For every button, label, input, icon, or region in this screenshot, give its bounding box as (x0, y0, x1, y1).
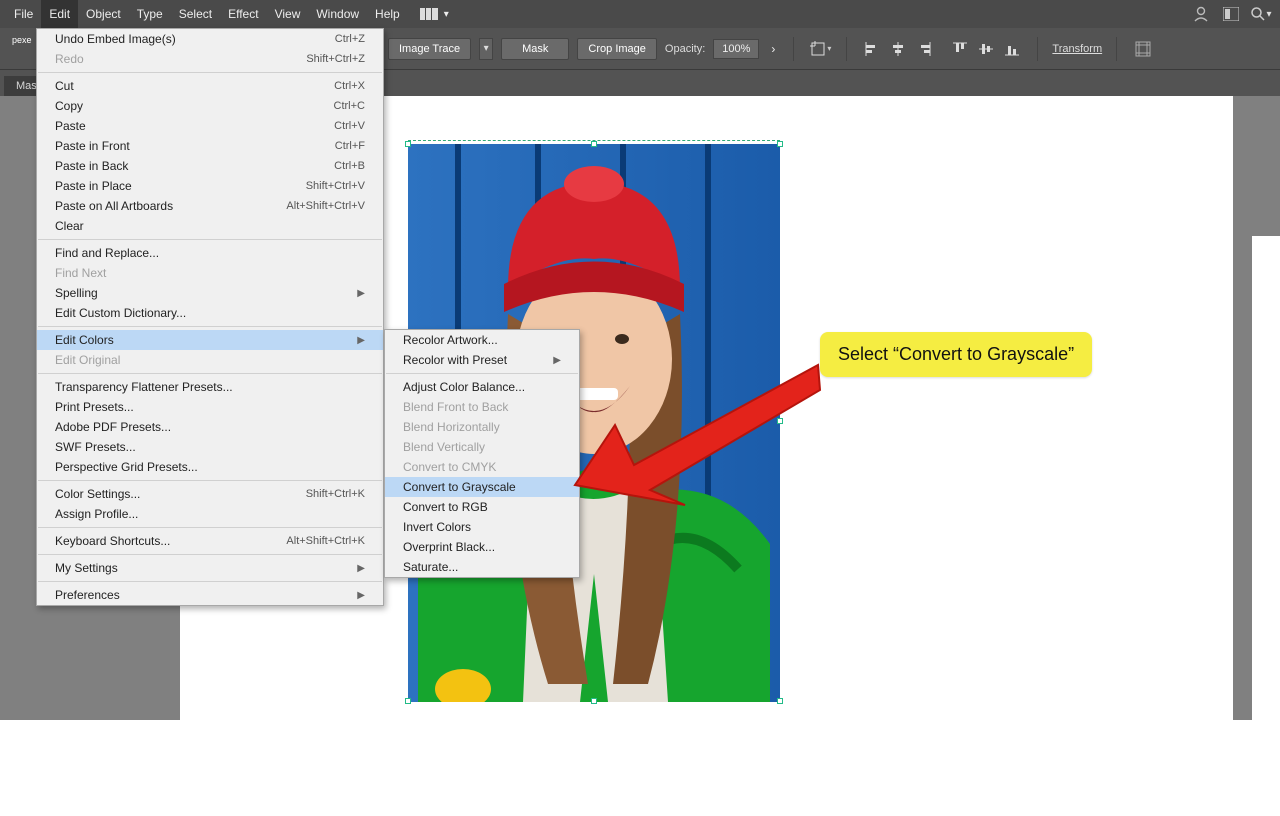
align-hcenter-icon[interactable] (887, 38, 909, 60)
mask-button[interactable]: Mask (501, 38, 569, 60)
edit-menu-item[interactable]: Spelling▶ (37, 283, 383, 303)
align-left-icon[interactable] (861, 38, 883, 60)
edit-menu-item: RedoShift+Ctrl+Z (37, 49, 383, 69)
edit-dropdown-menu: Undo Embed Image(s)Ctrl+ZRedoShift+Ctrl+… (36, 28, 384, 606)
menu-edit[interactable]: Edit (41, 0, 78, 28)
edit-colors-submenu: Recolor Artwork...Recolor with Preset▶ Ad… (384, 329, 580, 578)
edit-colors-submenu-item[interactable]: Convert to Grayscale (385, 477, 579, 497)
edit-menu-item[interactable]: My Settings▶ (37, 558, 383, 578)
edit-menu-item[interactable]: Perspective Grid Presets... (37, 457, 383, 477)
menu-view[interactable]: View (267, 0, 309, 28)
menu-window[interactable]: Window (308, 0, 367, 28)
align-top-icon[interactable] (949, 38, 971, 60)
edit-menu-item[interactable]: Paste in PlaceShift+Ctrl+V (37, 176, 383, 196)
edit-colors-submenu-item: Convert to CMYK (385, 457, 579, 477)
search-icon[interactable]: ▾ (1248, 3, 1274, 25)
transform-link[interactable]: Transform (1052, 43, 1102, 55)
edit-menu-item[interactable]: SWF Presets... (37, 437, 383, 457)
annotation-callout: Select “Convert to Grayscale” (820, 332, 1092, 377)
edit-colors-submenu-item: Blend Horizontally (385, 417, 579, 437)
edit-menu-item[interactable]: Adobe PDF Presets... (37, 417, 383, 437)
edit-colors-submenu-item: Blend Vertically (385, 437, 579, 457)
edit-menu-item[interactable]: PasteCtrl+V (37, 116, 383, 136)
opacity-label: Opacity: (665, 43, 705, 55)
isolate-icon[interactable] (1131, 37, 1155, 61)
edit-colors-submenu-item[interactable]: Recolor Artwork... (385, 330, 579, 350)
crop-image-button[interactable]: Crop Image (577, 38, 656, 60)
menu-file[interactable]: File (6, 0, 41, 28)
edit-menu-item[interactable]: Edit Custom Dictionary... (37, 303, 383, 323)
menu-help[interactable]: Help (367, 0, 408, 28)
edit-colors-submenu-item[interactable]: Overprint Black... (385, 537, 579, 557)
menu-bar: File Edit Object Type Select Effect View… (0, 0, 1280, 28)
edit-menu-item[interactable]: Paste in BackCtrl+B (37, 156, 383, 176)
align-vcenter-icon[interactable] (975, 38, 997, 60)
edit-colors-submenu-item[interactable]: Invert Colors (385, 517, 579, 537)
document-name-truncated: pexe (12, 35, 32, 45)
align-right-icon[interactable] (913, 38, 935, 60)
edit-colors-submenu-item[interactable]: Adjust Color Balance... (385, 377, 579, 397)
artboard-next (1252, 236, 1280, 816)
edit-menu-item[interactable]: Find and Replace... (37, 243, 383, 263)
arrange-documents-icon[interactable] (1218, 3, 1244, 25)
edit-colors-submenu-item[interactable]: Recolor with Preset▶ (385, 350, 579, 370)
menu-type[interactable]: Type (129, 0, 171, 28)
edit-menu-item[interactable]: Edit Colors▶ (37, 330, 383, 350)
workspace-switcher-icon[interactable]: ▾ (420, 8, 449, 20)
edit-menu-item[interactable]: Preferences▶ (37, 585, 383, 605)
menu-select[interactable]: Select (171, 0, 220, 28)
edit-menu-item: Find Next (37, 263, 383, 283)
image-trace-button[interactable]: Image Trace (388, 38, 471, 60)
next-options-icon[interactable]: › (767, 42, 779, 56)
edit-menu-item[interactable]: Paste in FrontCtrl+F (37, 136, 383, 156)
edit-menu-item[interactable]: Print Presets... (37, 397, 383, 417)
edit-menu-item[interactable]: CopyCtrl+C (37, 96, 383, 116)
opacity-value[interactable]: 100% (713, 39, 759, 59)
edit-menu-item[interactable]: Assign Profile... (37, 504, 383, 524)
edit-colors-submenu-item[interactable]: Convert to RGB (385, 497, 579, 517)
align-group (861, 38, 1023, 60)
edit-menu-item[interactable]: Paste on All ArtboardsAlt+Shift+Ctrl+V (37, 196, 383, 216)
crop-to-artboard-icon[interactable]: ▾ (808, 37, 832, 61)
edit-colors-submenu-item: Blend Front to Back (385, 397, 579, 417)
edit-menu-item[interactable]: Undo Embed Image(s)Ctrl+Z (37, 29, 383, 49)
edit-colors-submenu-item[interactable]: Saturate... (385, 557, 579, 577)
align-bottom-icon[interactable] (1001, 38, 1023, 60)
image-trace-dropdown[interactable]: ▾ (479, 38, 493, 60)
edit-menu-item[interactable]: Clear (37, 216, 383, 236)
edit-menu-item[interactable]: Color Settings...Shift+Ctrl+K (37, 484, 383, 504)
edit-menu-item[interactable]: Transparency Flattener Presets... (37, 377, 383, 397)
user-icon[interactable] (1188, 3, 1214, 25)
edit-menu-item[interactable]: Keyboard Shortcuts...Alt+Shift+Ctrl+K (37, 531, 383, 551)
edit-menu-item: Edit Original (37, 350, 383, 370)
menu-effect[interactable]: Effect (220, 0, 266, 28)
menu-object[interactable]: Object (78, 0, 129, 28)
edit-menu-item[interactable]: CutCtrl+X (37, 76, 383, 96)
